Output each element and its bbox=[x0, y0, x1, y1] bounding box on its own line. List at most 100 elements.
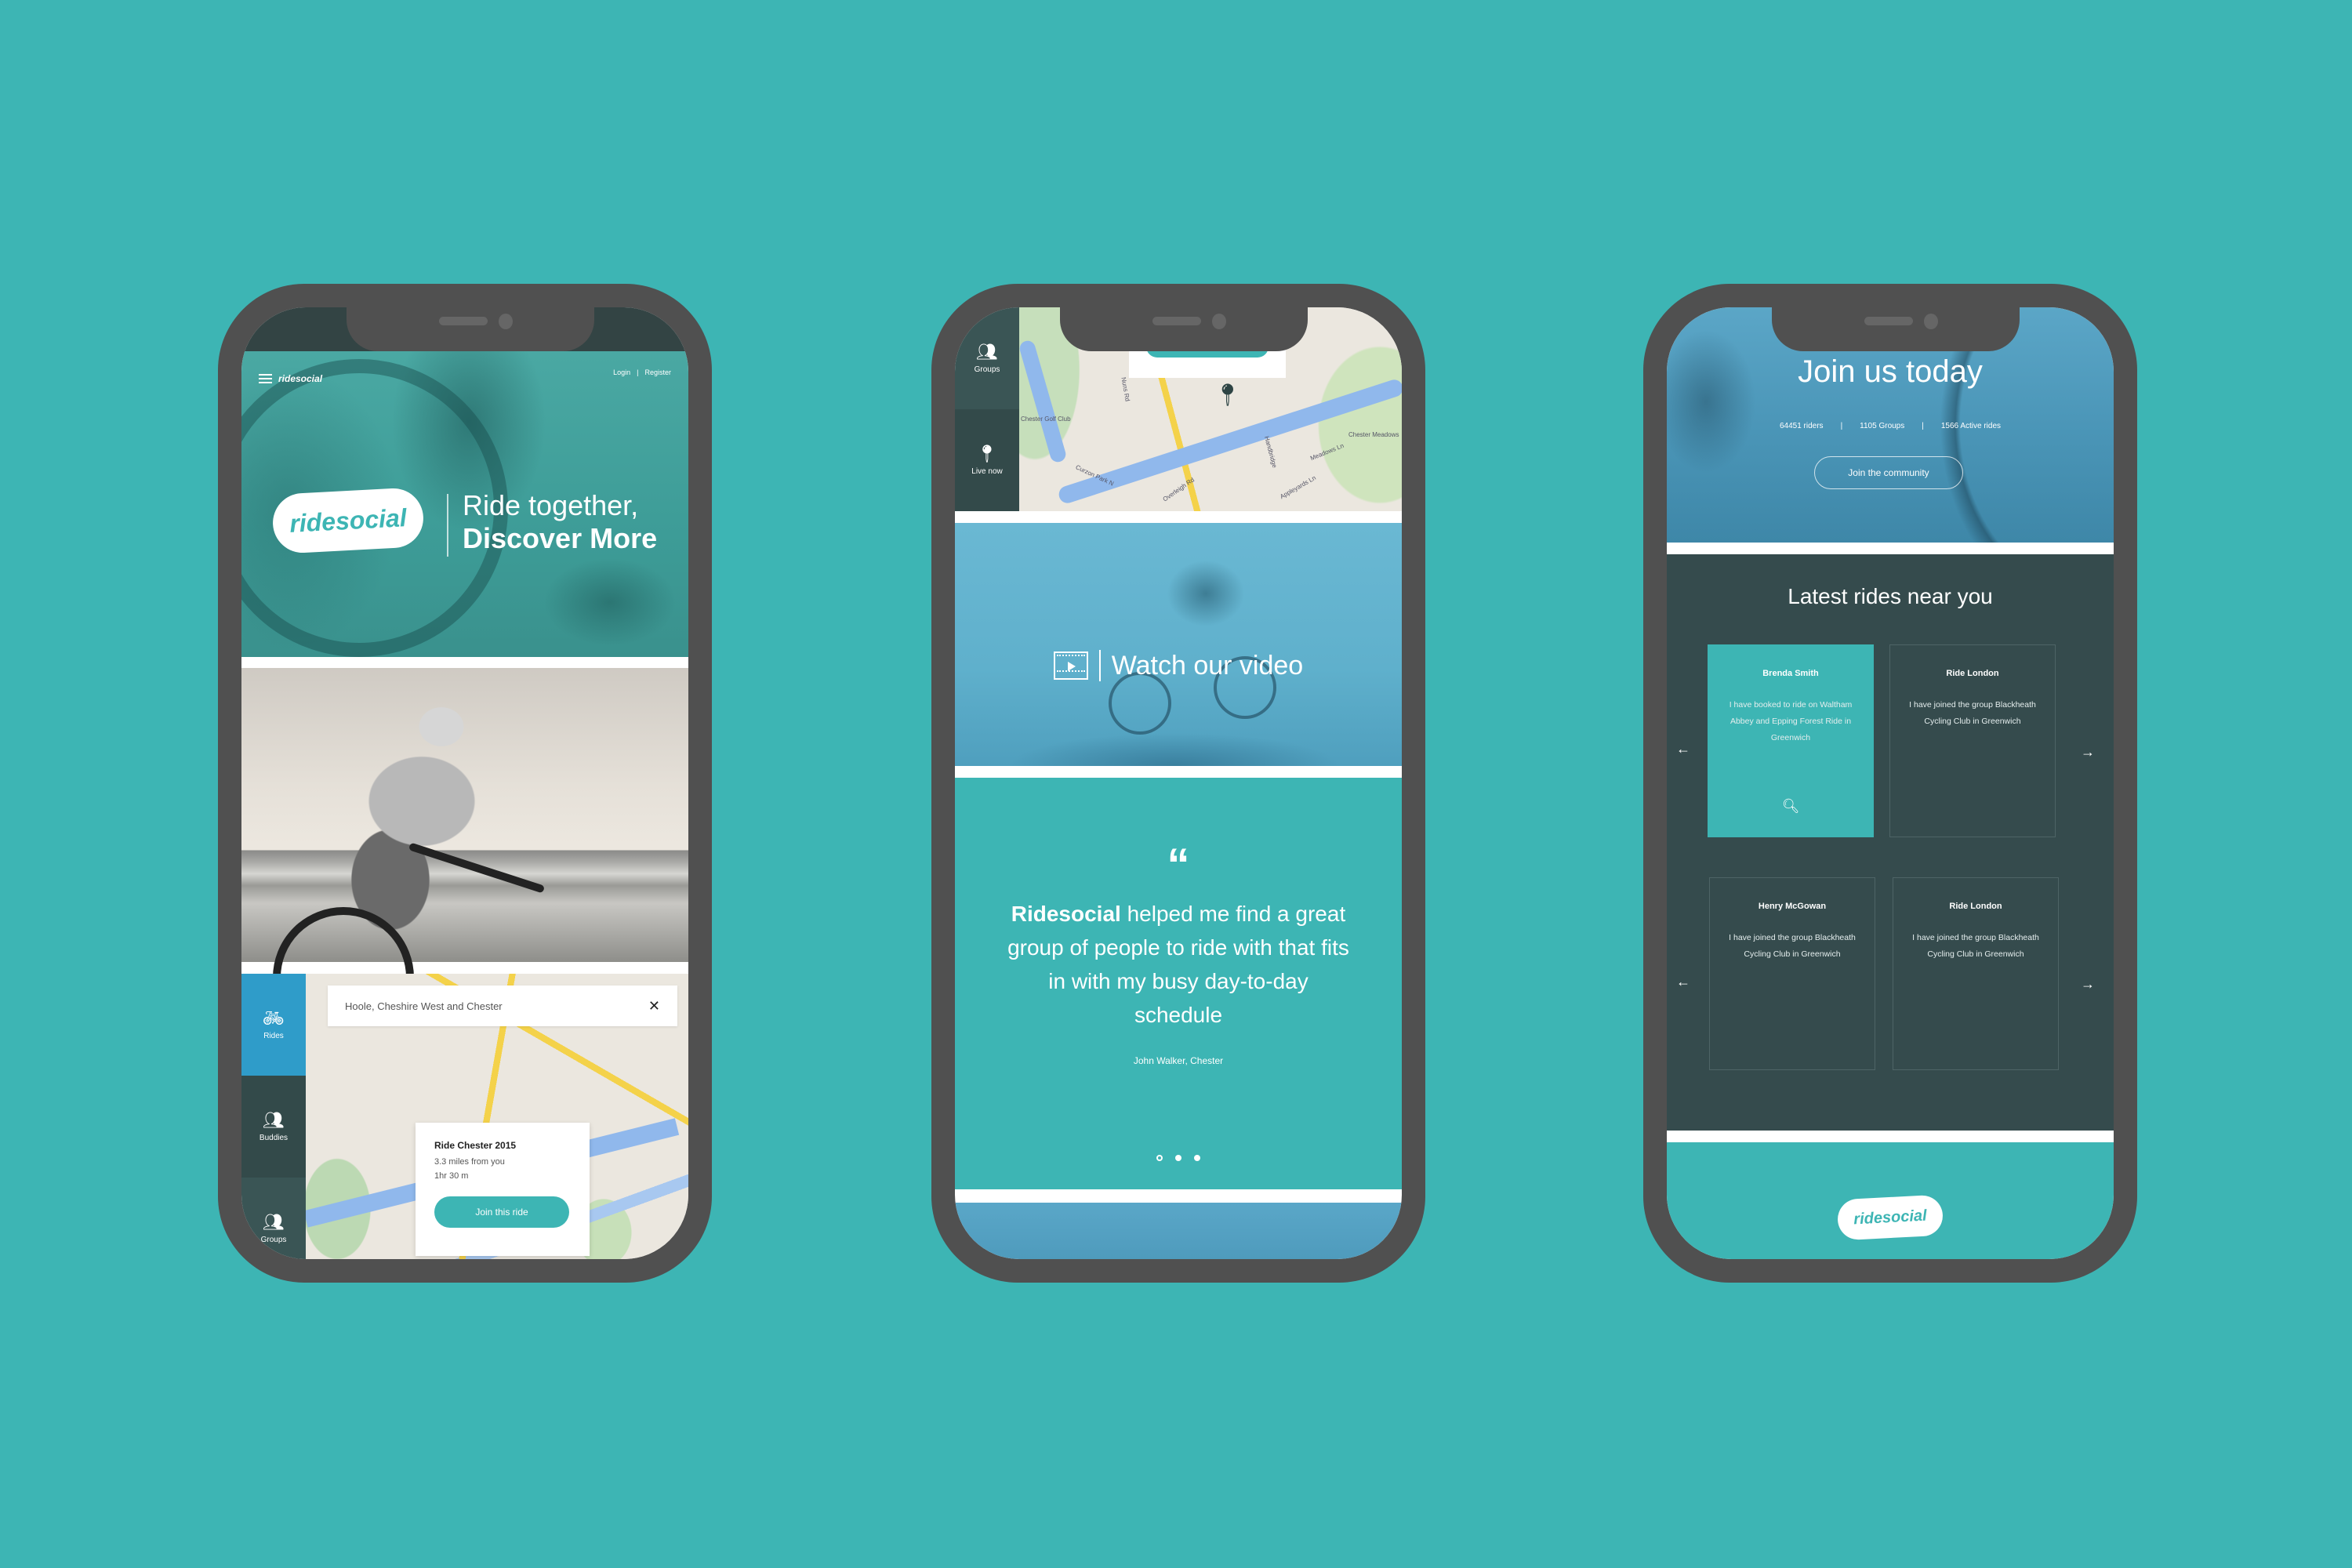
top-nav: ridesocial bbox=[259, 373, 322, 384]
map-label: Overleigh Rd bbox=[1161, 476, 1196, 503]
hero-section: ridesocial Login | Register ridesocial R… bbox=[241, 351, 688, 657]
map-sidebar: 🚲︎ Rides 👥︎ Buddies 👥︎ Groups bbox=[241, 974, 306, 1259]
location-pin-icon: 📍︎ bbox=[976, 443, 998, 463]
ride-card[interactable]: Brenda Smith I have booked to ride on Wa… bbox=[1708, 644, 1874, 837]
ride-popup: Ride Chester 2015 3.3 miles from you 1hr… bbox=[416, 1123, 590, 1256]
phone-mockup-community: Join us today 64451 riders | 1105 Groups… bbox=[1643, 284, 2137, 1283]
stat-groups: 1105 Groups bbox=[1860, 422, 1905, 430]
map-label: Handbridge bbox=[1262, 435, 1279, 469]
ride-card[interactable]: Ride London I have joined the group Blac… bbox=[1889, 644, 2056, 837]
map-sidebar: 👥︎ Groups 📍︎ Live now bbox=[955, 307, 1019, 511]
speaker bbox=[1152, 317, 1201, 325]
stat-riders: 64451 riders bbox=[1779, 422, 1824, 430]
tagline-line-1: Ride together, bbox=[463, 489, 639, 521]
quote-brand: Ridesocial bbox=[1011, 902, 1121, 926]
arrow-left-icon[interactable]: ← bbox=[1676, 741, 1690, 757]
phone-notch bbox=[1772, 306, 2020, 351]
register-link[interactable]: Register bbox=[644, 368, 671, 376]
tagline-line-2: Discover More bbox=[463, 522, 658, 554]
location-search-input[interactable] bbox=[345, 1000, 627, 1012]
join-community-button[interactable]: Join the community bbox=[1814, 456, 1963, 489]
phone-screen: ridesocial Login | Register ridesocial R… bbox=[241, 307, 688, 1259]
carousel-dot-2[interactable] bbox=[1175, 1155, 1181, 1161]
carousel-dot-3[interactable] bbox=[1194, 1155, 1200, 1161]
auth-separator: | bbox=[637, 368, 639, 376]
camera bbox=[1212, 314, 1226, 329]
card-name: Brenda Smith bbox=[1762, 669, 1819, 678]
location-search: ✕ bbox=[328, 985, 677, 1026]
speaker bbox=[439, 317, 488, 325]
hero-divider bbox=[447, 494, 448, 557]
phone-notch bbox=[1060, 306, 1308, 351]
cta-divider bbox=[1098, 650, 1101, 681]
groups-icon: 👥︎ bbox=[976, 341, 998, 361]
ride-title: Ride Chester 2015 bbox=[434, 1140, 517, 1151]
sidebar-item-groups[interactable]: 👥︎ Groups bbox=[955, 307, 1019, 409]
camera bbox=[499, 314, 513, 329]
join-section-peek bbox=[955, 1203, 1402, 1259]
sidebar-item-buddies[interactable]: 👥︎ Buddies bbox=[241, 1076, 306, 1178]
map-label: Chester Golf Club bbox=[1021, 416, 1071, 423]
community-stats: 64451 riders | 1105 Groups | 1566 Active… bbox=[1667, 422, 2114, 430]
auth-links: Login | Register bbox=[613, 368, 671, 376]
nav-brand[interactable]: ridesocial bbox=[278, 373, 322, 384]
sidebar-item-label: Groups bbox=[974, 365, 1000, 374]
arrow-right-icon[interactable]: → bbox=[2081, 744, 2095, 760]
sidebar-item-rides[interactable]: 🚲︎ Rides bbox=[241, 974, 306, 1076]
sidebar-item-label: Buddies bbox=[259, 1133, 289, 1142]
buddies-icon: 👥︎ bbox=[263, 1109, 285, 1130]
logo: ridesocial bbox=[271, 487, 425, 554]
watch-video-label: Watch our video bbox=[1111, 650, 1304, 681]
carousel-dots bbox=[955, 1155, 1402, 1161]
arrow-right-icon[interactable]: → bbox=[2081, 976, 2095, 993]
bike-wheel bbox=[1109, 672, 1171, 735]
search-icon[interactable]: 🔍︎ bbox=[1708, 798, 1873, 815]
cyclist-photo bbox=[241, 668, 688, 1048]
arrow-left-icon[interactable]: ← bbox=[1676, 974, 1690, 990]
card-text: I have joined the group Blackheath Cycli… bbox=[1912, 933, 2039, 959]
map-label: Nuns Rd bbox=[1120, 376, 1131, 402]
quote-icon: “ bbox=[1167, 840, 1190, 891]
stat-separator: | bbox=[1922, 422, 1924, 430]
speaker bbox=[1864, 317, 1913, 325]
ride-distance: 3.3 miles from you bbox=[434, 1157, 505, 1167]
join-title: Join us today bbox=[1798, 354, 1983, 389]
login-link[interactable]: Login bbox=[613, 368, 630, 376]
map-label: Meadows Ln bbox=[1308, 441, 1345, 463]
hamburger-icon[interactable] bbox=[259, 374, 272, 383]
testimonial-author: John Walker, Chester bbox=[1133, 1055, 1224, 1066]
close-icon[interactable]: ✕ bbox=[648, 998, 660, 1014]
map-label: Chester Meadows bbox=[1348, 431, 1399, 438]
phone-mockup-video: 📍︎ Chester Golf Club Nuns Rd Handbridge … bbox=[931, 284, 1425, 1283]
sidebar-item-label: Groups bbox=[260, 1235, 287, 1244]
testimonial-quote: Ridesocial helped me find a great group … bbox=[1006, 897, 1351, 1032]
stat-active-rides: 1566 Active rides bbox=[1940, 422, 2002, 430]
card-text: I have joined the group Blackheath Cycli… bbox=[1909, 700, 2036, 726]
carousel-dot-1[interactable] bbox=[1156, 1155, 1163, 1161]
location-pin-icon[interactable]: 📍︎ bbox=[1214, 382, 1242, 408]
testimonial-section: “ Ridesocial helped me find a great grou… bbox=[955, 778, 1402, 1189]
sidebar-item-groups[interactable]: 👥︎ Groups bbox=[241, 1178, 306, 1259]
phone-notch bbox=[347, 306, 594, 351]
latest-rides-section: Latest rides near you ← Brenda Smith I h… bbox=[1667, 554, 2114, 1131]
phone-screen: Join us today 64451 riders | 1105 Groups… bbox=[1667, 307, 2114, 1259]
bicycle-icon: 🚲︎ bbox=[263, 1007, 285, 1028]
ride-card[interactable]: Ride London I have joined the group Blac… bbox=[1893, 877, 2059, 1070]
ride-card[interactable]: Henry McGowan I have joined the group Bl… bbox=[1709, 877, 1875, 1070]
sidebar-item-live-now[interactable]: 📍︎ Live now bbox=[955, 409, 1019, 511]
join-ride-button[interactable]: Join this ride bbox=[434, 1196, 569, 1228]
film-play-icon bbox=[1053, 652, 1088, 680]
card-text: I have booked to ride on Waltham Abbey a… bbox=[1729, 700, 1853, 742]
card-name: Henry McGowan bbox=[1758, 902, 1827, 911]
card-name: Ride London bbox=[1946, 669, 1999, 678]
map-label: Appleyards Ln bbox=[1279, 474, 1317, 501]
watch-video-button[interactable]: Watch our video bbox=[955, 650, 1402, 681]
map-river bbox=[1018, 339, 1068, 464]
footer: ridesocial bbox=[1667, 1142, 2114, 1259]
video-section[interactable]: Watch our video bbox=[955, 523, 1402, 766]
footer-logo[interactable]: ridesocial bbox=[1836, 1194, 1944, 1241]
card-name: Ride London bbox=[1949, 902, 2002, 911]
stat-separator: | bbox=[1840, 422, 1843, 430]
section-heading: Latest rides near you bbox=[1788, 584, 1993, 608]
phone-screen: 📍︎ Chester Golf Club Nuns Rd Handbridge … bbox=[955, 307, 1402, 1259]
